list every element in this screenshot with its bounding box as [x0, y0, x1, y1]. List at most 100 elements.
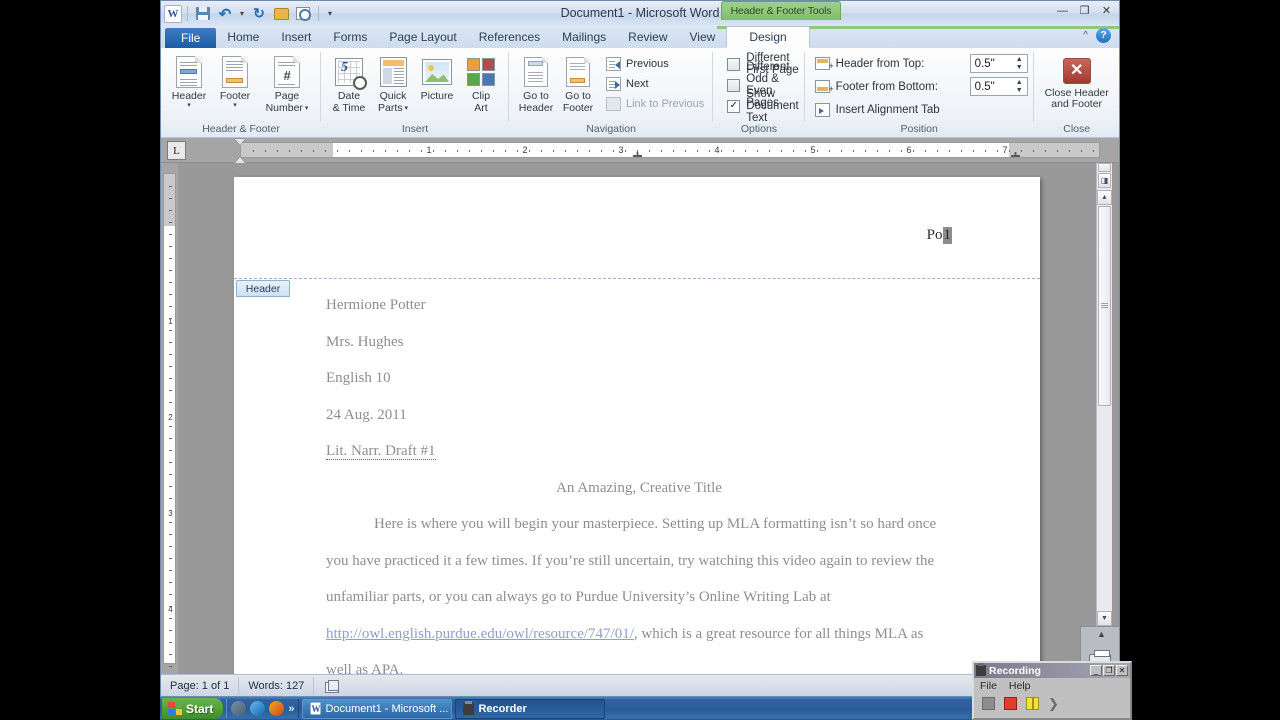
recording-minimize-button[interactable]: _ [1090, 665, 1102, 676]
tab-page-layout[interactable]: Page Layout [378, 27, 467, 48]
tab-mailings[interactable]: Mailings [551, 27, 617, 48]
clip-art-button[interactable]: Clip Art [459, 52, 503, 114]
select-browse-object-button[interactable]: ◨ [1098, 173, 1111, 188]
tab-insert[interactable]: Insert [270, 27, 322, 48]
stop-button[interactable] [1004, 697, 1017, 710]
header-button[interactable]: Header ▾ [167, 52, 211, 109]
ruler-tick [733, 150, 734, 152]
tab-stop-selector[interactable]: L [167, 141, 186, 160]
collapse-ribbon-icon[interactable]: ^ [1083, 30, 1088, 41]
word-application-window: W ↶ ▾ ↻ ▾ Document1 - Microsoft Word — ❐… [160, 0, 1120, 697]
scroll-up-button[interactable]: ▲ [1097, 190, 1112, 205]
internet-explorer-icon[interactable] [250, 701, 266, 716]
show-document-text-option[interactable]: ✓ Show Document Text [727, 88, 799, 124]
taskbar-item-word[interactable]: W Document1 - Microsoft ... [302, 698, 453, 719]
ruler-tick [985, 150, 986, 152]
undo-dropdown-icon[interactable]: ▾ [237, 4, 247, 24]
save-icon[interactable] [193, 4, 213, 24]
footer-from-bottom-input[interactable]: 0.5" ▲ ▼ [969, 77, 1028, 96]
vertical-ruler[interactable]: 1234 [161, 163, 178, 674]
close-button[interactable]: ✕ [1100, 4, 1113, 17]
left-margin-zone [241, 143, 333, 157]
vertical-ruler-tick [169, 606, 172, 607]
different-odd-even-checkbox[interactable] [727, 78, 741, 92]
ruler-tick [373, 150, 374, 152]
scroll-thumb[interactable] [1098, 206, 1111, 406]
word-count-indicator[interactable]: Words: 127 [239, 676, 315, 695]
show-desktop-icon[interactable] [231, 701, 247, 716]
customize-quick-access-icon[interactable]: ▾ [324, 4, 336, 24]
footer-from-bottom-spinner[interactable]: ▲ ▼ [1013, 79, 1026, 94]
document-page[interactable]: Po1 Header Hermione Potter Mrs. Hughes E… [234, 177, 1040, 674]
record-button[interactable] [982, 697, 995, 710]
picture-button[interactable]: Picture [415, 52, 459, 102]
horizontal-ruler[interactable]: 1 2 3 4 5 6 7 [240, 142, 1100, 158]
document-body-text[interactable]: Hermione Potter Mrs. Hughes English 10 2… [326, 287, 952, 674]
recording-restore-button[interactable]: ❐ [1103, 665, 1115, 676]
footer-button[interactable]: Footer ▾ [213, 52, 257, 109]
next-button[interactable]: Next [603, 75, 707, 93]
word-logo-icon[interactable]: W [164, 4, 182, 23]
restore-button[interactable]: ❐ [1078, 4, 1091, 17]
header-text[interactable]: Po1 [927, 227, 952, 244]
header-from-top-spinner[interactable]: ▲ ▼ [1013, 56, 1026, 71]
ribbon-group-insert: 5 Date & Time Quick Parts ▾ Picture Clip… [321, 48, 509, 137]
tab-home[interactable]: Home [216, 27, 270, 48]
recording-menu-file[interactable]: File [980, 680, 997, 692]
pause-button[interactable] [1026, 697, 1039, 710]
quick-launch-overflow-icon[interactable]: » [288, 703, 294, 715]
show-document-text-checkbox[interactable]: ✓ [727, 99, 741, 113]
go-to-header-button[interactable]: Go to Header [515, 52, 557, 114]
previous-button[interactable]: Previous [603, 55, 707, 73]
proofing-status[interactable] [314, 677, 350, 695]
next-button[interactable]: ❯ [1048, 697, 1059, 710]
go-to-footer-icon [566, 54, 590, 90]
date-time-button[interactable]: 5 Date & Time [327, 52, 371, 114]
first-line-indent-marker[interactable] [235, 139, 245, 145]
tab-review[interactable]: Review [617, 27, 678, 48]
minimize-button[interactable]: — [1056, 5, 1069, 17]
page-number-button[interactable]: # Page Number ▾ [259, 52, 315, 114]
tab-view[interactable]: View [679, 27, 727, 48]
vertical-scrollbar[interactable]: ◨ ▲ ▼ ⇞ ◉ ⇟ [1096, 163, 1112, 674]
tab-references[interactable]: References [468, 27, 551, 48]
header-typed-text: Po [926, 227, 943, 243]
header-dropdown-caret[interactable]: ▾ [187, 102, 191, 109]
recording-menu-help[interactable]: Help [1009, 680, 1031, 692]
tab-file[interactable]: File [165, 28, 217, 48]
ruler-tick [397, 150, 398, 152]
page-indicator[interactable]: Page: 1 of 1 [161, 676, 240, 695]
help-icon[interactable]: ? [1096, 28, 1111, 43]
close-header-and-footer-button[interactable]: ✕ Close Header and Footer [1040, 52, 1114, 110]
vertical-ruler-tick [169, 666, 172, 667]
redo-icon[interactable]: ↻ [249, 4, 269, 24]
print-preview-icon[interactable] [293, 4, 313, 24]
taskbar-item-recorder[interactable]: Recorder [455, 698, 606, 719]
scroll-down-button[interactable]: ▼ [1097, 611, 1112, 626]
paragraph-1-pre-link: Here is where you will begin your master… [326, 516, 937, 605]
header-from-top-input[interactable]: 0.5" ▲ ▼ [969, 54, 1028, 73]
center-tab-stop[interactable] [633, 152, 642, 157]
firefox-icon[interactable] [269, 701, 285, 716]
document-title: An Amazing, Creative Title [556, 479, 722, 496]
insert-alignment-tab-button[interactable]: Insert Alignment Tab [814, 99, 940, 120]
ribbon-group-options: Different First Page Different Odd & Eve… [713, 48, 806, 137]
different-first-page-checkbox[interactable] [727, 57, 741, 71]
go-to-footer-button[interactable]: Go to Footer [557, 52, 599, 114]
open-icon[interactable] [271, 4, 291, 24]
document-area: 1234 Po1 Header Hermione Potter Mrs. Hug… [161, 163, 1119, 674]
vertical-ruler-tick [169, 522, 172, 523]
undo-icon[interactable]: ↶ [215, 4, 235, 24]
page-number-dropdown-caret[interactable]: ▾ [305, 105, 309, 112]
split-window-handle[interactable] [1098, 163, 1111, 172]
start-button[interactable]: Start [162, 698, 224, 719]
quick-parts-dropdown-caret[interactable]: ▾ [405, 105, 409, 112]
recording-close-button[interactable]: ✕ [1116, 665, 1128, 676]
tab-forms[interactable]: Forms [322, 27, 378, 48]
purdue-owl-link[interactable]: http://owl.english.purdue.edu/owl/resour… [326, 626, 634, 642]
footer-dropdown-caret[interactable]: ▾ [233, 102, 237, 109]
vertical-ruler-tick [169, 222, 172, 223]
tab-design[interactable]: Design [726, 26, 810, 48]
recording-window[interactable]: Recording _ ❐ ✕ File Help ❯ [972, 661, 1132, 720]
quick-parts-button[interactable]: Quick Parts ▾ [371, 52, 415, 114]
